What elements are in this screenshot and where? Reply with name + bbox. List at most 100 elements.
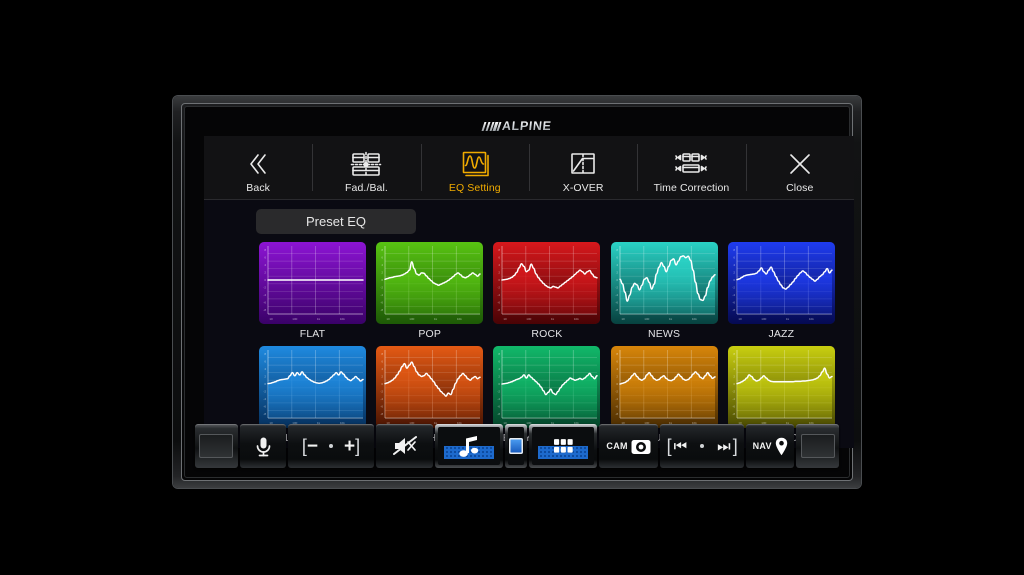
close-icon [787,148,813,180]
preset-curve-electronic[interactable]: 86420-2-4-6-8101001k10k [259,346,366,428]
mute-key[interactable] [376,424,433,468]
svg-text:1k: 1k [669,317,673,321]
svg-text:-2: -2 [263,390,266,394]
volume-center-dot [329,444,333,448]
alpine-logo: ALPINE [483,119,552,133]
fader-balance-icon [350,148,382,180]
toolbar-item-label: Fad./Bal. [345,182,388,194]
apps-key[interactable] [529,424,597,468]
audio-source-key[interactable] [435,424,503,468]
toolbar-item-fad-bal[interactable]: Fad./Bal. [312,136,420,199]
svg-text:-8: -8 [498,412,501,416]
preset-curve-easy-listening[interactable]: 86420-2-4-6-8101001k10k [493,346,600,428]
toolbar-item-time-correction[interactable]: Time Correction [637,136,745,199]
volume-key[interactable]: [−+] [288,424,374,468]
svg-text:-8: -8 [615,308,618,312]
brand-logo-strip: ALPINE [185,115,849,137]
track-key[interactable]: [⏮ ⏭] [660,424,744,468]
svg-text:-8: -8 [263,412,266,416]
svg-text:-2: -2 [263,286,266,290]
brand-name: ALPINE [501,119,552,133]
apps-key-face [532,427,594,465]
preset-tile-pop[interactable]: 86420-2-4-6-8101001k10k POP [376,242,483,340]
svg-text:-2: -2 [732,286,735,290]
volume-up-button[interactable]: + [344,437,355,456]
toolbar-item-back[interactable]: Back [204,136,312,199]
bezel-outer: ALPINE Back Fad./Bal. EQ Setting [181,103,853,481]
svg-text:-6: -6 [498,301,501,305]
svg-text:-4: -4 [498,397,501,401]
svg-text:-4: -4 [498,293,501,297]
camera-icon [631,438,651,455]
eject-key[interactable] [796,424,839,468]
svg-text:-2: -2 [381,390,384,394]
svg-text:-6: -6 [381,301,384,305]
power-key[interactable] [195,424,238,468]
preset-curve-classical[interactable]: 86420-2-4-6-8101001k10k [728,346,835,428]
svg-text:-8: -8 [381,412,384,416]
svg-text:-6: -6 [615,301,618,305]
toolbar-item-x-over[interactable]: X-OVER [529,136,637,199]
svg-text:10k: 10k [809,317,814,321]
svg-text:10k: 10k [340,317,345,321]
time-correction-icon [675,148,707,180]
preset-curve-flat[interactable]: 86420-2-4-6-8101001k10k [259,242,366,324]
svg-text:1k: 1k [786,317,790,321]
svg-text:-2: -2 [498,286,501,290]
svg-text:-4: -4 [381,397,384,401]
equalizer-curve-icon [461,148,489,180]
microphone-icon [254,436,273,457]
preset-label: NEWS [611,328,718,340]
toolbar-item-eq-setting[interactable]: EQ Setting [421,136,529,199]
svg-text:-8: -8 [732,308,735,312]
preset-tile-rock[interactable]: 86420-2-4-6-8101001k10k ROCK [493,242,600,340]
svg-text:-6: -6 [381,405,384,409]
svg-text:-8: -8 [732,412,735,416]
svg-text:-4: -4 [615,397,618,401]
svg-text:10: 10 [738,317,742,321]
volume-down-button[interactable]: − [307,437,318,456]
source-toggle-face [508,427,524,465]
toolbar-item-label: Back [246,182,270,194]
previous-track-button[interactable]: ⏮ [674,438,688,455]
svg-text:-8: -8 [381,308,384,312]
audio-source-key-face [438,427,500,465]
camera-key[interactable]: CAM [599,424,658,468]
preset-tile-news[interactable]: 86420-2-4-6-8101001k10k NEWS [611,242,718,340]
preset-eq-button[interactable]: Preset EQ [256,209,416,234]
voice-key[interactable] [240,424,286,468]
toolbar-item-close[interactable]: Close [746,136,854,199]
chevron-double-left-icon [244,148,272,180]
volume-bracket-right: ] [355,436,360,457]
preset-eq-label: Preset EQ [306,214,366,229]
preset-curve-news[interactable]: 86420-2-4-6-8101001k10k [611,242,718,324]
preset-curve-jazz[interactable]: 86420-2-4-6-8101001k10k [728,242,835,324]
next-track-button[interactable]: ⏭ [717,438,731,455]
nav-key-label: NAV [753,441,772,451]
bezel-inner: ALPINE Back Fad./Bal. EQ Setting [184,106,850,478]
preset-label: FLAT [259,328,366,340]
preset-curve-rock[interactable]: 86420-2-4-6-8101001k10k [493,242,600,324]
nav-key[interactable]: NAV [746,424,794,468]
track-bracket-right: ] [733,436,738,457]
source-toggle-key[interactable] [505,424,527,468]
source-square-icon[interactable] [509,438,523,454]
svg-text:-2: -2 [615,390,618,394]
preset-tile-jazz[interactable]: 86420-2-4-6-8101001k10k JAZZ [728,242,835,340]
toolbar-item-label: EQ Setting [449,182,501,194]
svg-text:10k: 10k [457,317,462,321]
svg-text:-2: -2 [381,286,384,290]
music-note-icon [458,435,480,458]
svg-text:100: 100 [527,317,532,321]
preset-tile-flat[interactable]: 86420-2-4-6-8101001k10k FLAT [259,242,366,340]
svg-text:-4: -4 [263,293,266,297]
preset-curve-country[interactable]: 86420-2-4-6-8101001k10k [611,346,718,428]
logo-slashes-icon [481,122,501,131]
svg-text:-6: -6 [732,301,735,305]
preset-curve-pop[interactable]: 86420-2-4-6-8101001k10k [376,242,483,324]
svg-text:-2: -2 [498,390,501,394]
preset-eq-grid: 86420-2-4-6-8101001k10k FLAT 86420-2-4-6… [259,242,835,444]
track-bracket-left: [ [667,436,672,457]
svg-text:-6: -6 [615,405,618,409]
preset-curve-hip-hop[interactable]: 86420-2-4-6-8101001k10k [376,346,483,428]
